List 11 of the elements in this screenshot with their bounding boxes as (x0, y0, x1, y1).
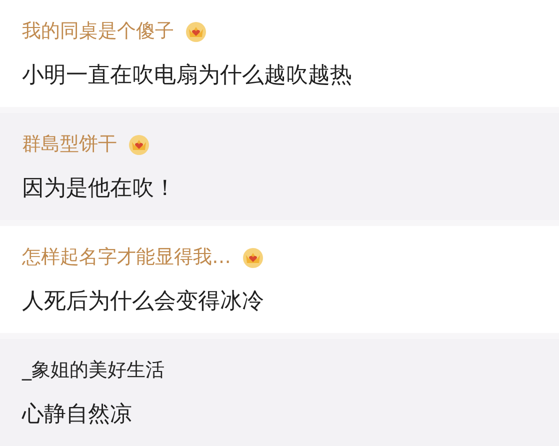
crown-badge-icon (127, 132, 151, 154)
username[interactable]: 怎样起名字才能显得我… (22, 244, 231, 270)
username[interactable]: 群島型饼干 (22, 130, 117, 156)
username[interactable]: _象姐的美好生活 (22, 356, 164, 382)
comment-text: 小明一直在吹电扇为什么越吹越热 (22, 62, 353, 90)
username[interactable]: 我的同桌是个傻子 (22, 18, 174, 44)
comment-text: 心静自然凉 (22, 400, 133, 428)
crown-badge-icon (184, 20, 208, 42)
comment-text: 人死后为什么会变得冰冷 (22, 288, 265, 316)
comment-text: 因为是他在吹！ (22, 174, 177, 202)
crown-badge-icon (241, 246, 265, 268)
